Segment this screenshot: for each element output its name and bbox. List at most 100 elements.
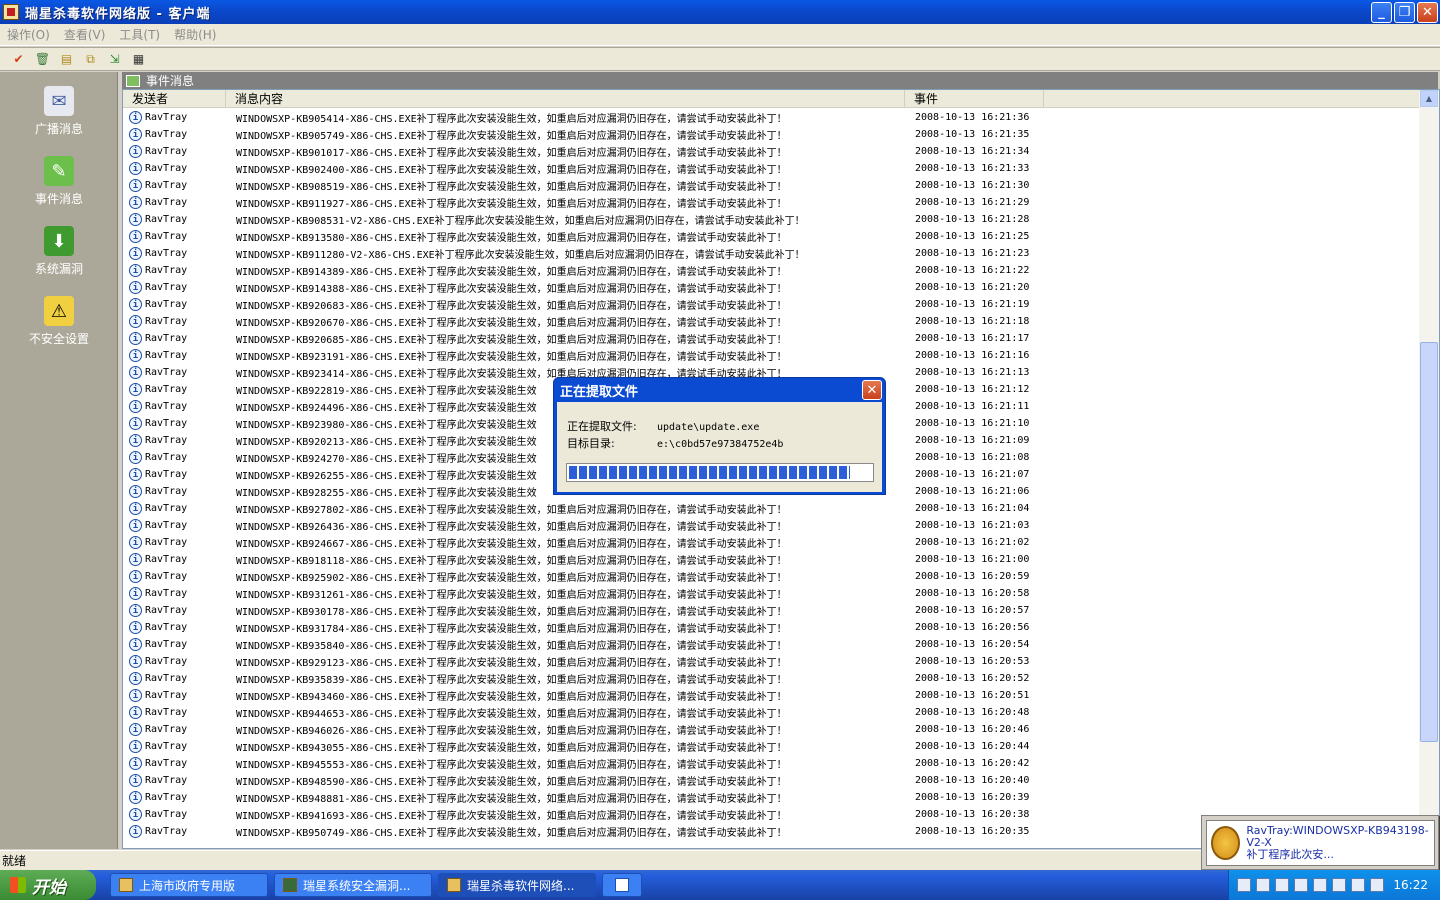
sidebar-item-vulnerabilities[interactable]: ⬇ 系统漏洞 [0, 212, 118, 282]
menu-tools[interactable]: 工具(T) [112, 26, 167, 43]
menu-view[interactable]: 查看(V) [57, 26, 113, 43]
info-icon: i [129, 587, 142, 600]
sidebar-item-broadcast[interactable]: ✉ 广播消息 [0, 72, 118, 142]
row-content: WINDOWSXP-KB901017-X86-CHS.EXE补丁程序此次安装没能… [236, 148, 787, 159]
monitor-icon[interactable] [1351, 878, 1365, 892]
table-row[interactable]: i RavTray WINDOWSXP-KB920683-X86-CHS.EXE补丁… [123, 296, 1419, 313]
table-row[interactable]: i RavTray WINDOWSXP-KB943460-X86-CHS.EXE补丁… [123, 687, 1419, 704]
maximize-button[interactable]: ❐ [1394, 2, 1415, 23]
sidebar-item-label: 广播消息 [34, 122, 83, 136]
row-sender: RavTray [145, 673, 188, 684]
table-row[interactable]: i RavTray WINDOWSXP-KB905749-X86-CHS.EXE补丁… [123, 126, 1419, 143]
computer-icon[interactable] [1313, 878, 1327, 892]
close-button[interactable]: ✕ [1417, 2, 1438, 23]
taskbar-item-vulnerability[interactable]: 瑞星系统安全漏洞... [274, 873, 432, 897]
menu-help[interactable]: 帮助(H) [167, 26, 223, 43]
table-row[interactable]: i RavTray WINDOWSXP-KB920670-X86-CHS.EXE补丁… [123, 313, 1419, 330]
column-content[interactable]: 消息内容 [226, 90, 905, 108]
info-icon: i [129, 774, 142, 787]
table-row[interactable]: i RavTray WINDOWSXP-KB914389-X86-CHS.EXE补丁… [123, 262, 1419, 279]
table-row[interactable]: i RavTray WINDOWSXP-KB929123-X86-CHS.EXE补丁… [123, 653, 1419, 670]
row-sender: RavTray [145, 112, 188, 123]
table-row[interactable]: i RavTray WINDOWSXP-KB924667-X86-CHS.EXE补丁… [123, 534, 1419, 551]
table-row[interactable]: i RavTray WINDOWSXP-KB905414-X86-CHS.EXE补丁… [123, 109, 1419, 126]
taskbar-item-antivirus[interactable]: 瑞星杀毒软件网络... [438, 873, 596, 897]
info-icon: i [129, 281, 142, 294]
table-row[interactable]: i RavTray WINDOWSXP-KB943055-X86-CHS.EXE补丁… [123, 738, 1419, 755]
copy-icon[interactable]: ⧉ [82, 51, 99, 68]
row-content: WINDOWSXP-KB948590-X86-CHS.EXE补丁程序此次安装没能… [236, 777, 787, 788]
table-row[interactable]: i RavTray WINDOWSXP-KB944653-X86-CHS.EXE补丁… [123, 704, 1419, 721]
extract-progress-bar [566, 463, 874, 482]
column-time[interactable]: 事件 [905, 90, 1044, 108]
lion-tray-icon[interactable] [1370, 878, 1384, 892]
table-row[interactable]: i RavTray WINDOWSXP-KB948590-X86-CHS.EXE补丁… [123, 772, 1419, 789]
document-icon[interactable]: ▤ [58, 51, 75, 68]
check-icon[interactable]: ✔ [10, 51, 27, 68]
info-icon: i [129, 179, 142, 192]
sidebar-item-label: 不安全设置 [28, 332, 89, 346]
table-row[interactable]: i RavTray WINDOWSXP-KB901017-X86-CHS.EXE补丁… [123, 143, 1419, 160]
table-row[interactable]: i RavTray WINDOWSXP-KB923191-X86-CHS.EXE补丁… [123, 347, 1419, 364]
table-row[interactable]: i RavTray WINDOWSXP-KB920685-X86-CHS.EXE补丁… [123, 330, 1419, 347]
table-row[interactable]: i RavTray WINDOWSXP-KB948881-X86-CHS.EXE补丁… [123, 789, 1419, 806]
app-icon [119, 878, 133, 892]
dialog-body: 正在提取文件: update\update.exe 目标目录: e:\c0bd57e… [557, 402, 882, 492]
row-sender: RavTray [145, 350, 188, 361]
table-row[interactable]: i RavTray WINDOWSXP-KB927802-X86-CHS.EXE补丁… [123, 500, 1419, 517]
table-row[interactable]: i RavTray WINDOWSXP-KB945553-X86-CHS.EXE补丁… [123, 755, 1419, 772]
minimize-button[interactable]: _ [1371, 2, 1392, 23]
table-row[interactable]: i RavTray WINDOWSXP-KB925902-X86-CHS.EXE补丁… [123, 568, 1419, 585]
info-icon: i [129, 638, 142, 651]
sidebar-item-unsafe-settings[interactable]: ⚠ 不安全设置 [0, 282, 118, 352]
row-sender: RavTray [145, 741, 188, 752]
table-row[interactable]: i RavTray WINDOWSXP-KB931784-X86-CHS.EXE补丁… [123, 619, 1419, 636]
table-row[interactable]: i RavTray WINDOWSXP-KB946026-X86-CHS.EXE补丁… [123, 721, 1419, 738]
row-time: 2008-10-13 16:20:42 [915, 758, 1030, 769]
table-row[interactable]: i RavTray WINDOWSXP-KB926436-X86-CHS.EXE补丁… [123, 517, 1419, 534]
menu-operate[interactable]: 操作(O) [0, 26, 57, 43]
chevron-left-icon[interactable] [1294, 878, 1308, 892]
export-icon[interactable]: ⇲ [106, 51, 123, 68]
network-icon[interactable] [1275, 878, 1289, 892]
dialog-close-button[interactable]: ✕ [862, 380, 882, 400]
start-button[interactable]: 开始 [0, 870, 96, 900]
row-content: WINDOWSXP-KB911927-X86-CHS.EXE补丁程序此次安装没能… [236, 199, 787, 210]
vertical-scrollbar[interactable]: ▲ [1419, 90, 1439, 848]
row-time: 2008-10-13 16:21:35 [915, 129, 1030, 140]
table-row[interactable]: i RavTray WINDOWSXP-KB918118-X86-CHS.EXE补丁… [123, 551, 1419, 568]
row-sender: RavTray [145, 639, 188, 650]
table-row[interactable]: i RavTray WINDOWSXP-KB935840-X86-CHS.EXE补丁… [123, 636, 1419, 653]
row-time: 2008-10-13 16:21:23 [915, 248, 1030, 259]
column-sender[interactable]: 发送者 [123, 90, 226, 108]
row-sender: RavTray [145, 333, 188, 344]
table-row[interactable]: i RavTray WINDOWSXP-KB902400-X86-CHS.EXE补丁… [123, 160, 1419, 177]
row-sender: RavTray [145, 316, 188, 327]
row-sender: RavTray [145, 503, 188, 514]
scroll-thumb[interactable] [1420, 342, 1438, 742]
table-row[interactable]: i RavTray WINDOWSXP-KB930178-X86-CHS.EXE补丁… [123, 602, 1419, 619]
tray-notification[interactable]: RavTray:WINDOWSXP-KB943198-V2-X 补丁程序此次安.… [1201, 815, 1439, 870]
table-row[interactable]: i RavTray WINDOWSXP-KB908519-X86-CHS.EXE补丁… [123, 177, 1419, 194]
scroll-up-icon[interactable]: ▲ [1420, 90, 1438, 107]
properties-icon[interactable]: ▦ [130, 51, 147, 68]
taskbar-item-gov[interactable]: 上海市政府专用版 [110, 873, 268, 897]
sidebar-item-events[interactable]: ✎ 事件消息 [0, 142, 118, 212]
info-icon: i [129, 570, 142, 583]
taskbar-item-window[interactable] [602, 873, 642, 897]
row-time: 2008-10-13 16:20:59 [915, 571, 1030, 582]
keyboard-icon[interactable] [1237, 878, 1251, 892]
share-icon[interactable] [1332, 878, 1346, 892]
delete-icon[interactable]: 🗑 [34, 51, 51, 68]
info-icon: i [129, 383, 142, 396]
table-row[interactable]: i RavTray WINDOWSXP-KB911927-X86-CHS.EXE补丁… [123, 194, 1419, 211]
table-row[interactable]: i RavTray WINDOWSXP-KB931261-X86-CHS.EXE补丁… [123, 585, 1419, 602]
table-row[interactable]: i RavTray WINDOWSXP-KB913580-X86-CHS.EXE补丁… [123, 228, 1419, 245]
table-row[interactable]: i RavTray WINDOWSXP-KB908531-V2-X86-CHS.EX… [123, 211, 1419, 228]
table-row[interactable]: i RavTray WINDOWSXP-KB935839-X86-CHS.EXE补丁… [123, 670, 1419, 687]
table-row[interactable]: i RavTray WINDOWSXP-KB914388-X86-CHS.EXE补丁… [123, 279, 1419, 296]
target-dir-row: 目标目录: e:\c0bd57e97384752e4b [567, 435, 783, 451]
row-content: WINDOWSXP-KB945553-X86-CHS.EXE补丁程序此次安装没能… [236, 760, 787, 771]
help-icon[interactable] [1256, 878, 1270, 892]
table-row[interactable]: i RavTray WINDOWSXP-KB911280-V2-X86-CHS.EX… [123, 245, 1419, 262]
